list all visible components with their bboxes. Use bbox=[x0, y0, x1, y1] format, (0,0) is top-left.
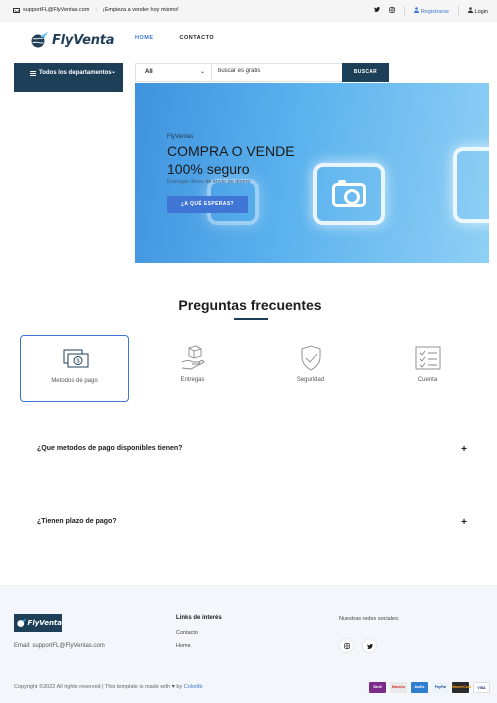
faq-question-text: ¿Que metodos de pago disponibles tienen? bbox=[37, 445, 183, 452]
topbar-email[interactable]: supportFL@FlyVentas.com bbox=[23, 7, 89, 13]
twitter-icon[interactable] bbox=[374, 7, 381, 14]
globe-plane-icon bbox=[17, 618, 27, 627]
logo-text: FlyVenta bbox=[52, 32, 115, 48]
search-button[interactable]: BUSCAR bbox=[342, 63, 389, 82]
faq-category-security[interactable]: Seguridad bbox=[256, 335, 365, 402]
footer-logo[interactable]: FlyVenta bbox=[14, 614, 62, 632]
faq-category-label: Entregas bbox=[180, 377, 205, 383]
faq-category-label: Metodos de pago bbox=[51, 378, 98, 384]
amex-icon: AmEx bbox=[411, 682, 428, 693]
envelope-icon bbox=[13, 7, 20, 13]
main-nav: HOME CONTACTO bbox=[135, 35, 214, 41]
category-value: All bbox=[145, 69, 153, 75]
footer-link-home[interactable]: Home bbox=[176, 643, 191, 649]
colorlib-link[interactable]: Colorlib bbox=[184, 684, 203, 690]
instagram-icon[interactable] bbox=[339, 638, 354, 653]
hamburger-icon bbox=[30, 71, 36, 76]
footer: FlyVenta Email: supportFL@FlyVentas.com … bbox=[0, 585, 497, 703]
copyright: Copyright ©2022 All rights reserved | Th… bbox=[14, 684, 202, 690]
topbar-separator bbox=[458, 6, 459, 15]
topbar-tagline: ¡Empieza a vender hoy mismo! bbox=[102, 7, 179, 13]
checklist-icon bbox=[415, 346, 441, 370]
instagram-icon[interactable] bbox=[389, 6, 396, 15]
footer-link-contact[interactable]: Contacto bbox=[176, 630, 198, 636]
register-label: Registrarse bbox=[420, 8, 449, 15]
faq-question[interactable]: ¿Tienen plazo de pago? + bbox=[37, 517, 467, 528]
hero-headline: COMPRA O VENDE bbox=[167, 143, 295, 159]
site-logo[interactable]: FlyVenta bbox=[29, 31, 115, 49]
paypal-icon: PayPal bbox=[432, 682, 449, 693]
hero-headline-2: 100% seguro bbox=[167, 161, 250, 177]
register-link[interactable]: Registrarse bbox=[414, 6, 449, 15]
faq-question-text: ¿Tienen plazo de pago? bbox=[37, 518, 117, 525]
nav-contact[interactable]: CONTACTO bbox=[180, 35, 215, 41]
footer-email: Email: supportFL@FlyVentas.com bbox=[14, 643, 105, 649]
faq-title: Preguntas frecuentes bbox=[178, 297, 322, 313]
hero-banner: FlyVentas COMPRA O VENDE 100% seguro Ent… bbox=[135, 83, 489, 263]
shield-icon bbox=[301, 345, 321, 371]
money-icon: $ bbox=[63, 349, 89, 368]
footer-social-title: Nuestras redes sociales: bbox=[339, 616, 400, 622]
faq-category-delivery[interactable]: Entregas bbox=[138, 335, 247, 402]
category-select[interactable]: All ⌄ bbox=[136, 64, 212, 81]
topbar-separator bbox=[404, 6, 406, 15]
departments-menu[interactable]: Todos los departamentos ⌄ bbox=[14, 63, 123, 92]
mastercard-icon: MasterCard bbox=[452, 682, 471, 693]
footer-links-title: Links de interés bbox=[176, 615, 222, 621]
globe-plane-icon bbox=[31, 32, 48, 48]
hero-decor-frame bbox=[453, 147, 489, 223]
search-bar: All ⌄ BUSCAR bbox=[135, 63, 389, 82]
faq-question[interactable]: ¿Que metodos de pago disponibles tienen?… bbox=[37, 444, 467, 455]
plus-icon[interactable]: + bbox=[461, 444, 467, 455]
hero-cta-button[interactable]: ¿A QUÉ ESPERAS? bbox=[167, 196, 248, 213]
visa-icon: VISA bbox=[473, 682, 490, 693]
departments-label: Todos los departamentos bbox=[39, 70, 112, 76]
login-label: Login bbox=[474, 8, 488, 15]
skrill-icon: Skrill bbox=[369, 682, 386, 693]
copyright-text: Copyright ©2022 All rights reserved | Th… bbox=[14, 684, 171, 690]
delivery-box-icon bbox=[181, 345, 205, 370]
search-input[interactable] bbox=[218, 68, 338, 74]
camera-icon bbox=[332, 180, 366, 207]
heart-icon: ♥ bbox=[171, 684, 175, 690]
svg-text:$: $ bbox=[76, 359, 79, 365]
nav-home[interactable]: HOME bbox=[135, 35, 154, 41]
login-link[interactable]: Login bbox=[468, 6, 488, 15]
chevron-down-icon: ⌄ bbox=[199, 69, 205, 75]
hero-subtitle: Entregas libres de envio de dinero bbox=[167, 179, 251, 185]
faq-category-label: Cuenta bbox=[417, 377, 438, 383]
faq-category-label: Seguridad bbox=[296, 377, 325, 383]
topbar-divider: | bbox=[95, 7, 97, 13]
title-underline bbox=[234, 318, 268, 320]
maestro-icon: Maestro bbox=[390, 682, 407, 693]
copyright-by: by bbox=[176, 684, 183, 690]
hero-brand: FlyVentas bbox=[167, 134, 194, 140]
faq-category-account[interactable]: Cuenta bbox=[373, 335, 482, 402]
chevron-down-icon: ⌄ bbox=[110, 69, 116, 75]
plus-icon[interactable]: + bbox=[461, 517, 467, 528]
footer-logo-text: FlyVenta bbox=[27, 619, 62, 627]
faq-category-payment[interactable]: $ Metodos de pago bbox=[20, 335, 129, 402]
twitter-icon[interactable] bbox=[362, 638, 377, 653]
top-bar: supportFL@FlyVentas.com | ¡Empieza a ven… bbox=[0, 0, 497, 22]
